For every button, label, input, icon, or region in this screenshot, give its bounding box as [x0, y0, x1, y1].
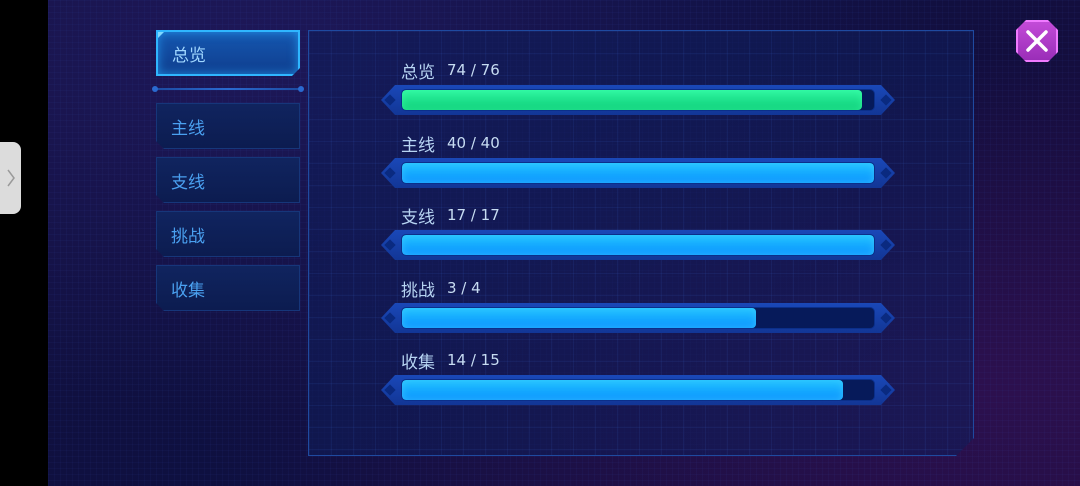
tab-collection[interactable]: 收集: [156, 265, 300, 311]
progress-count: 74 / 76: [447, 61, 500, 79]
progress-bar: [381, 303, 895, 333]
progress-count: 14 / 15: [447, 351, 500, 369]
progress-label: 总览: [401, 62, 435, 83]
progress-fill: [402, 163, 874, 183]
tab-label: 主线: [171, 118, 205, 139]
tab-label: 总览: [172, 45, 206, 66]
progress-count: 3 / 4: [447, 279, 481, 297]
progress-panel: 总览 74 / 76 主线 40 / 40 支线 17 / 17 挑战 3 / …: [308, 30, 974, 456]
progress-label: 挑战: [401, 280, 435, 301]
tab-overview[interactable]: 总览: [156, 30, 300, 76]
bar-tip-right: [880, 239, 891, 250]
close-icon: [1024, 28, 1050, 54]
bar-tip-right: [880, 384, 891, 395]
progress-bar: [381, 230, 895, 260]
tab-divider: [152, 86, 304, 92]
bar-tip-right: [880, 312, 891, 323]
tab-main-quest[interactable]: 主线: [156, 103, 300, 149]
tab-side-quest[interactable]: 支线: [156, 157, 300, 203]
bar-tip-left: [384, 94, 395, 105]
progress-label: 收集: [401, 352, 435, 373]
progress-fill: [402, 380, 843, 400]
progress-track: [401, 234, 875, 256]
tab-label: 收集: [171, 280, 205, 301]
side-drawer-handle[interactable]: [0, 142, 21, 214]
tab-label: 挑战: [171, 226, 205, 247]
game-screen: 总览 主线 支线 挑战 收集 总览 74 / 76 主线 40 / 40 支线 …: [48, 0, 1080, 486]
progress-count: 17 / 17: [447, 206, 500, 224]
progress-fill: [402, 308, 756, 328]
tab-challenge[interactable]: 挑战: [156, 211, 300, 257]
progress-label: 主线: [401, 135, 435, 156]
progress-fill: [402, 235, 874, 255]
chevron-right-icon: [6, 169, 15, 187]
row-label: 支线 17 / 17: [401, 204, 500, 226]
progress-label: 支线: [401, 207, 435, 228]
bar-tip-right: [880, 94, 891, 105]
progress-track: [401, 307, 875, 329]
bar-tip-left: [384, 167, 395, 178]
bar-tip-right: [880, 167, 891, 178]
progress-bar: [381, 85, 895, 115]
progress-track: [401, 89, 875, 111]
progress-fill: [402, 90, 862, 110]
progress-track: [401, 162, 875, 184]
row-label: 主线 40 / 40: [401, 132, 500, 154]
row-label: 总览 74 / 76: [401, 59, 500, 81]
progress-count: 40 / 40: [447, 134, 500, 152]
progress-bar: [381, 158, 895, 188]
progress-track: [401, 379, 875, 401]
close-button[interactable]: [1016, 20, 1058, 62]
row-label: 挑战 3 / 4: [401, 277, 481, 299]
row-label: 收集 14 / 15: [401, 349, 500, 371]
bar-tip-left: [384, 312, 395, 323]
bar-tip-left: [384, 384, 395, 395]
tab-label: 支线: [171, 172, 205, 193]
progress-bar: [381, 375, 895, 405]
bar-tip-left: [384, 239, 395, 250]
